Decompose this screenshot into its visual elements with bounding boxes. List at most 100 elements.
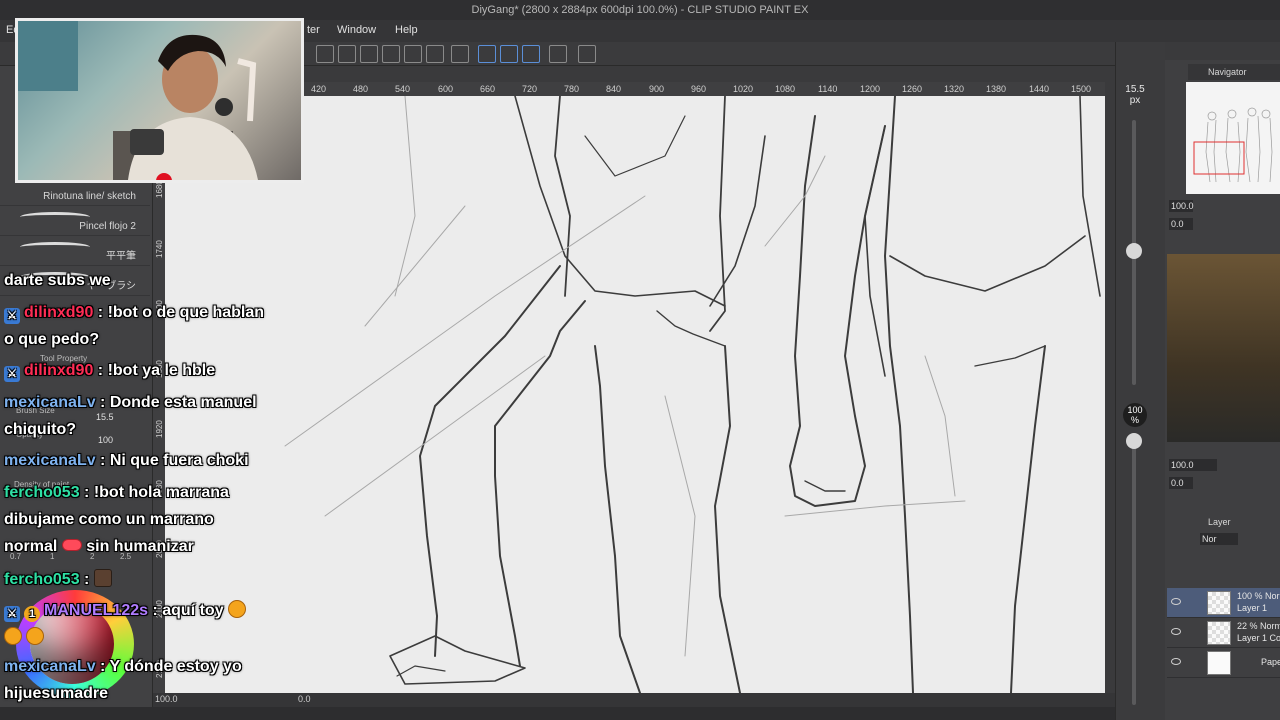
layer-name: Layer 1 (1237, 603, 1268, 613)
ruler-snap-icon[interactable] (478, 45, 496, 63)
chat-message: darte subs we (4, 272, 111, 290)
chat-message: ⚔ 1 MANUEL122s : aquí toy (4, 600, 247, 622)
title-bar: DiyGang* (2800 x 2884px 600dpi 100.0%) -… (0, 0, 1280, 20)
clear-icon[interactable] (338, 45, 356, 63)
deselect-icon[interactable] (404, 45, 422, 63)
brush-size-slider-handle[interactable] (1126, 243, 1142, 259)
chat-text: : Y dónde estoy yo (95, 658, 242, 675)
chat-username: dilinxd90 (24, 304, 94, 321)
brush-label: Pincel flojo 2 (79, 221, 136, 232)
top-ruler: 420 480 540 600 660 720 780 840 900 960 1020 1080 11… (303, 82, 1105, 96)
fill-icon[interactable] (360, 45, 378, 63)
menu-help[interactable]: Help (395, 24, 418, 36)
navigator-zoom-value[interactable]: 100.0 (1169, 200, 1194, 212)
layer-row[interactable]: 100 % Norm Layer 1 (1167, 588, 1280, 618)
phone-icon[interactable] (549, 45, 567, 63)
ruler-tick-label: 1380 (986, 84, 1007, 94)
smile-emote-icon (4, 627, 22, 645)
navigator-angle-value[interactable]: 0.0 (1169, 218, 1193, 230)
eye-icon[interactable] (1171, 598, 1181, 605)
layer-tab[interactable]: Layer (1188, 514, 1280, 530)
chat-message: ⚔ dilinxd90 : !bot ya le hble (4, 362, 215, 382)
face-emote-icon (93, 569, 112, 587)
selection-icon[interactable] (451, 45, 469, 63)
subview-zoom-value[interactable]: 100.0 (1169, 459, 1217, 471)
layer-thumbnail (1207, 591, 1231, 615)
navigator-tab[interactable]: Navigator (1188, 64, 1280, 80)
ruler-tick-label: 480 (353, 84, 369, 94)
chat-username: MANUEL122s (44, 602, 149, 619)
chat-message (4, 627, 45, 647)
menu-window[interactable]: Window (337, 24, 376, 36)
streamer-webcam-image (18, 21, 258, 180)
brush-item-flat[interactable]: 平平筆 (0, 236, 150, 266)
chat-username: fercho053 (4, 484, 80, 501)
opacity-readout: 100 % (1123, 403, 1147, 427)
layer-thumbnail (1207, 621, 1231, 645)
chat-message: normal sin humanizar (4, 538, 194, 556)
ruler-tick-label: 780 (564, 84, 580, 94)
chat-message: fercho053 : (4, 569, 112, 589)
opacity-slider[interactable] (1132, 440, 1136, 705)
moderator-badge-icon: ⚔ (4, 606, 20, 622)
grid-snap-icon[interactable] (522, 45, 540, 63)
navigator-preview (1193, 107, 1273, 183)
chat-message: chiquito? (4, 421, 76, 439)
webcam-overlay (15, 18, 304, 183)
help-icon[interactable] (578, 45, 596, 63)
menu-filter[interactable]: ter (307, 24, 320, 36)
brush-label: Rinotuna line/ sketch (43, 191, 136, 202)
settings-icon[interactable] (316, 45, 334, 63)
subview-angle-value[interactable]: 0.0 (1169, 477, 1193, 489)
layer-mode: 22 % Norm (1237, 621, 1280, 631)
chat-text: : !bot ya le hble (93, 362, 216, 379)
smile-emote-icon (26, 627, 45, 645)
eye-icon[interactable] (1171, 658, 1181, 665)
ruler-tick-label: 1200 (860, 84, 881, 94)
chat-message: ⚔ dilinxd90 : !bot o de que hablan (4, 304, 264, 324)
ruler-tick-label: 900 (649, 84, 665, 94)
transform-icon[interactable] (382, 45, 400, 63)
brush-size-number: 15.5 (1125, 84, 1145, 95)
chat-text: : (79, 571, 94, 588)
opacity-slider-handle[interactable] (1126, 433, 1142, 449)
ruler-tick-label: 1740 (155, 240, 164, 258)
smile-emote-icon (228, 600, 247, 618)
layer-row[interactable]: Pape (1167, 648, 1280, 678)
brush-size-column (1115, 42, 1165, 720)
drawing-canvas[interactable] (165, 96, 1105, 693)
moderator-badge-icon: ⚔ (4, 366, 20, 382)
blend-mode-select[interactable]: Nor (1200, 533, 1238, 545)
brush-item-pincel-flojo[interactable]: Pincel flojo 2 (0, 206, 150, 236)
opacity-unit: % (1130, 415, 1139, 425)
layer-row[interactable]: 22 % Norm Layer 1 Co (1167, 618, 1280, 648)
brush-size-unit: px (1129, 95, 1141, 106)
pig-emote-icon (61, 539, 82, 551)
layer-name: Layer 1 Co (1237, 633, 1280, 643)
layer-name: Pape (1261, 657, 1280, 667)
subscriber-badge-icon: 1 (24, 606, 40, 622)
layer-panel-title: Layer (1208, 517, 1231, 527)
chat-text: darte subs we (4, 272, 111, 289)
chat-text: : !bot o de que hablan (93, 304, 265, 321)
sub-view-reference[interactable] (1167, 254, 1280, 442)
ruler-tick-label: 540 (395, 84, 411, 94)
special-ruler-snap-icon[interactable] (500, 45, 518, 63)
window-title: DiyGang* (2800 x 2884px 600dpi 100.0%) -… (471, 4, 809, 16)
chat-username: dilinxd90 (24, 362, 94, 379)
chat-text: : Ni que fuera choki (95, 452, 249, 469)
ruler-tick-label: 1140 (818, 84, 838, 94)
app-window: DiyGang* (2800 x 2884px 600dpi 100.0%) -… (0, 0, 1280, 720)
chat-text: dibujame como un marrano (4, 511, 214, 528)
brush-preview-icon (20, 242, 90, 252)
ruler-tick-label: 720 (522, 84, 538, 94)
crop-icon[interactable] (426, 45, 444, 63)
eye-icon[interactable] (1171, 628, 1181, 635)
chat-text: : aquí toy (148, 602, 229, 619)
ruler-tick-label: 1440 (1029, 84, 1050, 94)
brush-size-readout: 15.5 px (1122, 84, 1148, 106)
navigator-thumbnail[interactable] (1186, 82, 1280, 194)
paper-thumbnail (1207, 651, 1231, 675)
chat-text: sin humanizar (81, 538, 194, 555)
stream-chat-overlay: darte subs we ⚔ dilinxd90 : !bot o de que … (0, 270, 300, 710)
